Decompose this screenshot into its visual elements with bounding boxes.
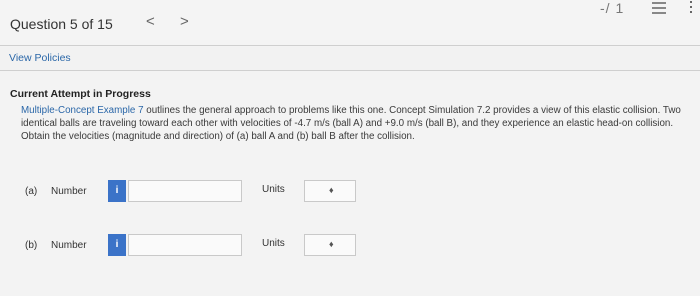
units-select-a[interactable]: ♦ [304,180,356,202]
units-label: Units [262,238,285,249]
info-icon[interactable]: i [108,180,126,202]
attempt-status: Current Attempt in Progress [10,88,151,100]
info-icon[interactable]: i [108,234,126,256]
answer-row-a: (a) Number i Units ♦ [0,178,700,208]
question-counter: Question 5 of 15 [10,16,113,32]
problem-statement: Multiple-Concept Example 7 outlines the … [21,104,687,143]
more-vertical-icon[interactable] [690,1,694,16]
list-icon[interactable] [652,2,666,14]
units-label: Units [262,184,285,195]
policies-bar: View Policies [0,47,700,71]
units-select-b[interactable]: ♦ [304,234,356,256]
part-label: (a) [25,186,38,197]
answer-row-b: (b) Number i Units ♦ [0,232,700,262]
number-label: Number [51,186,87,197]
number-input-a[interactable] [128,180,242,202]
question-header: Question 5 of 15 < > -/ 1 [0,0,700,46]
example-link[interactable]: Multiple-Concept Example 7 [21,105,144,116]
score-display: -/ 1 [600,0,625,16]
chevron-left-icon[interactable]: < [146,13,155,30]
chevron-down-icon: ♦ [329,239,334,249]
number-input-b[interactable] [128,234,242,256]
part-label: (b) [25,240,38,251]
chevron-right-icon[interactable]: > [180,13,189,30]
number-label: Number [51,240,87,251]
view-policies-link[interactable]: View Policies [9,52,71,64]
chevron-down-icon: ♦ [329,185,334,195]
